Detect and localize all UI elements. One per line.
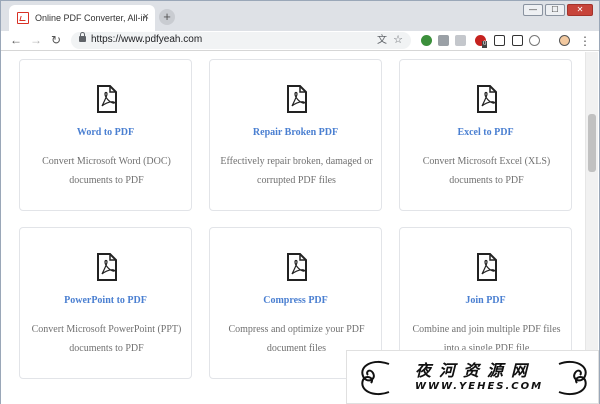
browser-tab[interactable]: Online PDF Converter, All-in-O ×	[9, 5, 155, 31]
pdf-file-icon	[287, 253, 307, 281]
swirl-ornament-icon	[558, 360, 587, 396]
maximize-button[interactable]: ☐	[545, 4, 565, 16]
translate-icon[interactable]: 文	[377, 35, 387, 46]
extension-green-icon[interactable]	[421, 35, 432, 46]
browser-toolbar: ← → ↻ https://www.pdfyeah.com 文 ☆ 0 ⋮	[1, 31, 599, 51]
minimize-button[interactable]: —	[523, 4, 543, 16]
card-title[interactable]: PowerPoint to PDF	[20, 295, 191, 306]
watermark-title: 夜河资源网	[415, 361, 536, 380]
watermark-url: WWW.YEHES.COM	[415, 381, 544, 392]
card-description: Effectively repair broken, damaged or co…	[220, 156, 373, 186]
close-window-button[interactable]: ✕	[567, 4, 593, 16]
title-bar: Online PDF Converter, All-in-O × + — ☐ ✕	[1, 1, 599, 31]
pdf-file-icon	[97, 253, 117, 281]
card-title[interactable]: Repair Broken PDF	[210, 127, 381, 138]
swirl-ornament-icon	[361, 360, 390, 396]
pdf-favicon-icon	[17, 12, 29, 24]
card-description: Convert Microsoft PowerPoint (PPT) docum…	[31, 324, 182, 354]
extension-mic-icon[interactable]	[455, 35, 466, 46]
pdf-file-icon	[97, 85, 117, 113]
card-word-to-pdf[interactable]: Word to PDF Convert Microsoft Word (DOC)…	[19, 59, 192, 211]
new-tab-button[interactable]: +	[159, 9, 175, 25]
watermark-logo: 夜河资源网 WWW.YEHES.COM	[346, 350, 599, 404]
card-title[interactable]: Compress PDF	[210, 295, 381, 306]
tab-title: Online PDF Converter, All-in-O	[35, 13, 147, 23]
url-text: https://www.pdfyeah.com	[91, 34, 203, 45]
reload-button[interactable]: ↻	[49, 33, 63, 47]
card-description: Convert Microsoft Excel (XLS) documents …	[422, 156, 551, 186]
card-powerpoint-to-pdf[interactable]: PowerPoint to PDF Convert Microsoft Powe…	[19, 227, 192, 379]
card-excel-to-pdf[interactable]: Excel to PDF Convert Microsoft Excel (XL…	[399, 59, 572, 211]
bookmark-star-icon[interactable]: ☆	[393, 35, 403, 46]
menu-icon[interactable]: ⋮	[579, 34, 591, 48]
extension-download-icon[interactable]	[438, 35, 449, 46]
window-controls: — ☐ ✕	[523, 4, 593, 16]
forward-button[interactable]: →	[29, 33, 43, 47]
card-title[interactable]: Word to PDF	[20, 127, 191, 138]
extension-badge: 0	[482, 41, 488, 48]
back-button[interactable]: ←	[9, 33, 23, 47]
profile-avatar[interactable]	[559, 35, 570, 46]
card-title[interactable]: Join PDF	[400, 295, 571, 306]
card-title[interactable]: Excel to PDF	[400, 127, 571, 138]
browser-window: Online PDF Converter, All-in-O × + — ☐ ✕…	[0, 0, 600, 404]
pdf-file-icon	[477, 253, 497, 281]
address-bar[interactable]: https://www.pdfyeah.com 文 ☆	[71, 32, 411, 49]
extension-cloud-icon[interactable]	[529, 35, 540, 46]
pdf-file-icon	[287, 85, 307, 113]
lock-icon	[79, 32, 86, 42]
pdf-file-icon	[477, 85, 497, 113]
extension-image-icon[interactable]	[512, 35, 523, 46]
card-repair-broken-pdf[interactable]: Repair Broken PDF Effectively repair bro…	[209, 59, 382, 211]
tab-close-icon[interactable]: ×	[143, 11, 149, 23]
scrollbar-thumb[interactable]	[588, 114, 596, 172]
extension-window-icon[interactable]	[494, 35, 505, 46]
card-description: Convert Microsoft Word (DOC) documents t…	[42, 156, 171, 186]
